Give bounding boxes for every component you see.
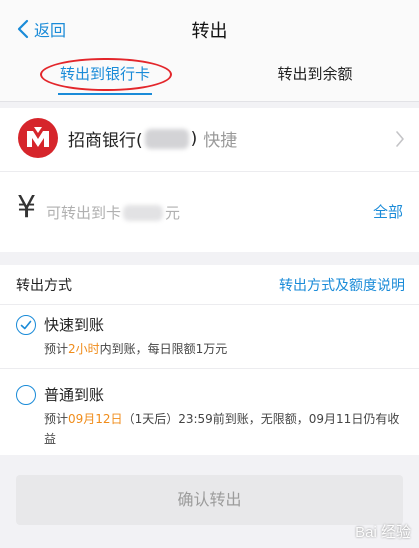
transfer-method-label: 转出方式 [16, 278, 72, 294]
option-fast-description: 预计2小时内到账，每日限额1万元 [44, 339, 404, 359]
withdraw-all-button[interactable]: 全部 [373, 201, 403, 222]
option-fast-arrival[interactable]: 快速到账 预计2小时内到账，每日限额1万元 [0, 309, 419, 369]
transfer-method-header: 转出方式 转出方式及额度说明 [0, 265, 419, 305]
chevron-right-icon [396, 131, 404, 147]
amount-input-row[interactable]: ¥ 可转出到卡 元 全部 [0, 172, 419, 252]
currency-symbol: ¥ [17, 190, 37, 225]
option-normal-title: 普通到账 [44, 386, 105, 404]
confirm-transfer-button[interactable]: 确认转出 [16, 475, 403, 525]
red-annotation-circle [40, 58, 172, 91]
page-title: 转出 [191, 21, 228, 42]
desc-text: 预计 [44, 342, 69, 356]
baidu-jingyan-watermark: Bai 经验 [355, 524, 411, 541]
navigation-bar: 返回 转出 [0, 0, 419, 58]
desc-highlight: 09月12日 [68, 412, 123, 426]
transfer-method-info-link[interactable]: 转出方式及额度说明 [279, 275, 405, 295]
bank-name-suffix: ) [190, 128, 198, 149]
bank-card-selector[interactable]: 招商银行( ) 快捷 [0, 108, 419, 172]
bank-name-text: 招商银行( [68, 131, 143, 151]
bank-name: 招商银行( ) 快捷 [68, 126, 237, 151]
masked-amount [123, 204, 164, 221]
tab-to-bank-card[interactable]: 转出到银行卡 [40, 58, 172, 102]
amount-placeholder-suffix: 元 [165, 204, 181, 222]
tab-bar: 转出到银行卡 转出到余额 [0, 58, 419, 102]
radio-unchecked[interactable] [16, 385, 36, 405]
amount-input[interactable]: 可转出到卡 元 [46, 202, 180, 223]
desc-text: 预计 [44, 412, 69, 426]
bank-tag: 快捷 [203, 131, 238, 151]
masked-card-number [144, 128, 189, 149]
active-tab-indicator [58, 93, 152, 95]
check-icon [20, 320, 32, 330]
radio-checked[interactable] [16, 315, 36, 335]
option-normal-description: 预计09月12日（1天后）23:59前到账，无限额，09月11日仍有收益 [44, 409, 404, 449]
desc-highlight: 2小时 [68, 342, 100, 356]
cmb-bank-logo-icon [18, 118, 58, 158]
amount-placeholder-prefix: 可转出到卡 [46, 204, 122, 222]
transfer-method-section: 转出方式 转出方式及额度说明 快速到账 预计2小时内到账，每日限额1万元 普通到… [0, 265, 419, 455]
tab-to-balance-label: 转出到余额 [277, 65, 353, 83]
option-fast-title: 快速到账 [44, 316, 105, 334]
tab-to-balance[interactable]: 转出到余额 [240, 58, 390, 102]
desc-text: 内到账，每日限额1万元 [99, 342, 228, 356]
option-normal-arrival[interactable]: 普通到账 预计09月12日（1天后）23:59前到账，无限额，09月11日仍有收… [0, 379, 419, 455]
